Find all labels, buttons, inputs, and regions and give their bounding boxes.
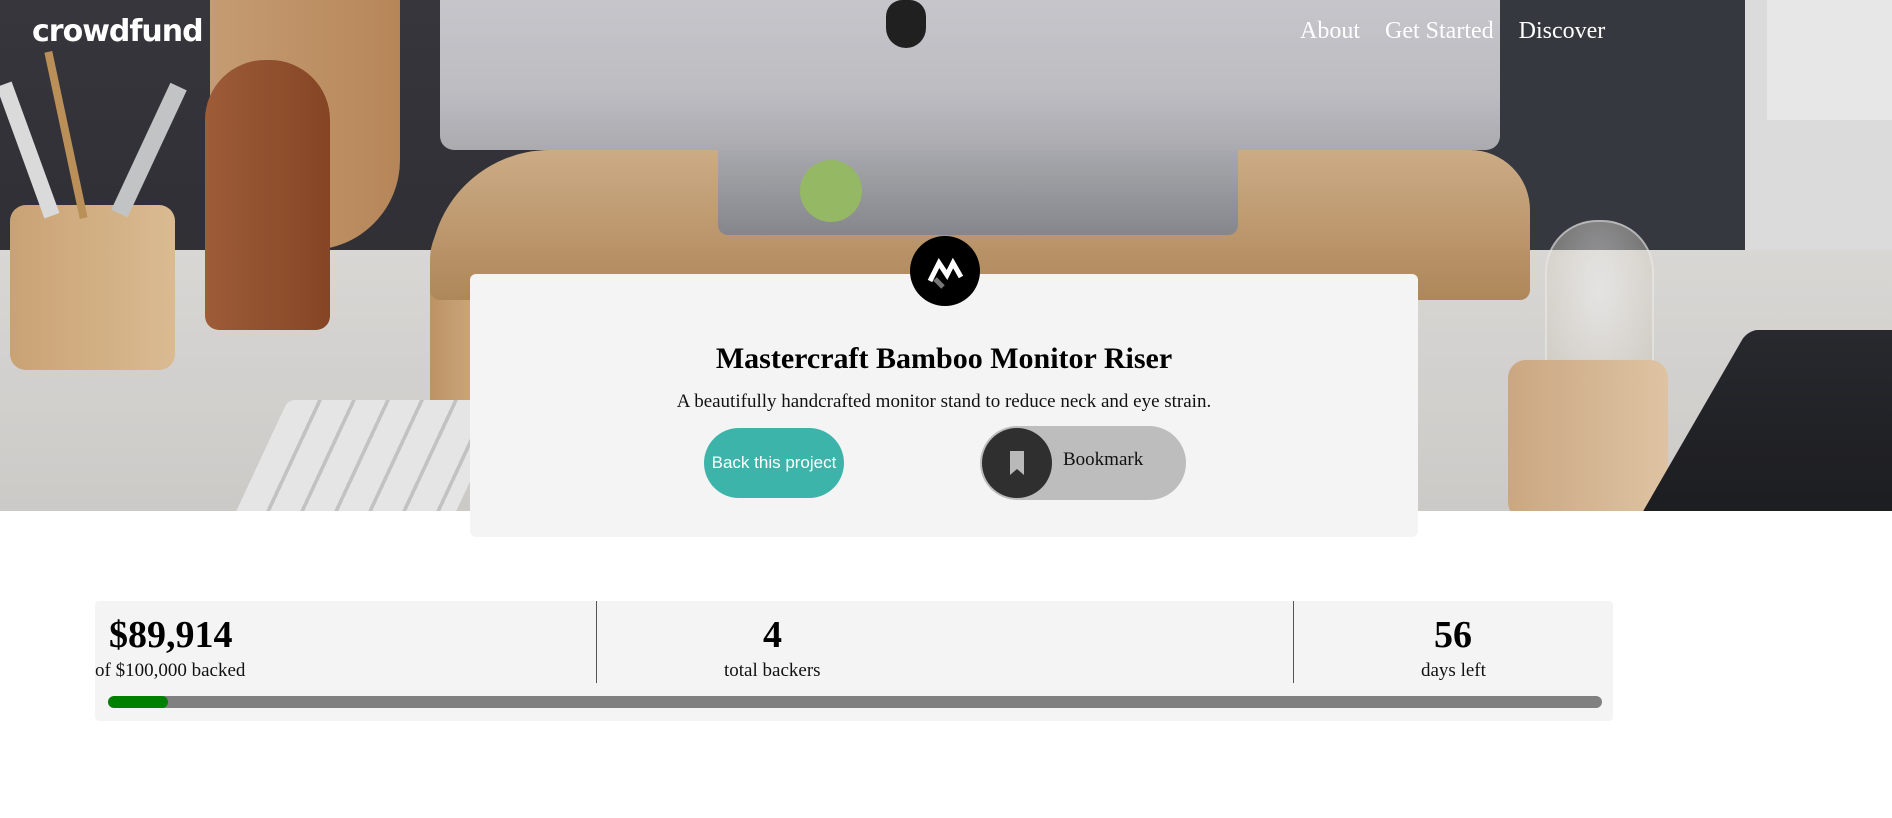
bookmark-icon	[982, 428, 1052, 498]
main-nav: About Get Started Discover	[1300, 18, 1630, 45]
funding-progress-bar	[108, 696, 1602, 708]
funding-stats: $89,914 of $100,000 backed 4 total backe…	[95, 601, 1613, 721]
days-left-count: 56	[1434, 614, 1472, 656]
nav-link-about[interactable]: About	[1300, 18, 1360, 45]
days-left-label: days left	[1421, 660, 1486, 681]
site-logo[interactable]: crowdfund	[32, 14, 204, 49]
backed-label: of $100,000 backed	[95, 660, 246, 681]
stats-divider	[1293, 601, 1294, 683]
mastercraft-logo-icon	[910, 236, 980, 306]
project-title: Mastercraft Bamboo Monitor Riser	[715, 342, 1173, 375]
back-project-button[interactable]: Back this project	[704, 428, 844, 498]
project-card: Mastercraft Bamboo Monitor Riser A beaut…	[470, 274, 1418, 537]
project-description: A beautifully handcrafted monitor stand …	[676, 391, 1212, 412]
stats-divider	[596, 601, 597, 683]
nav-link-get-started[interactable]: Get Started	[1385, 18, 1494, 45]
bookmark-button[interactable]: Bookmark	[980, 426, 1186, 500]
funding-progress-fill	[108, 696, 168, 708]
backers-label: total backers	[724, 660, 821, 681]
nav-link-discover[interactable]: Discover	[1519, 18, 1606, 45]
backed-amount: $89,914	[109, 614, 233, 656]
backers-count: 4	[763, 614, 782, 656]
bookmark-label: Bookmark	[1063, 449, 1144, 470]
